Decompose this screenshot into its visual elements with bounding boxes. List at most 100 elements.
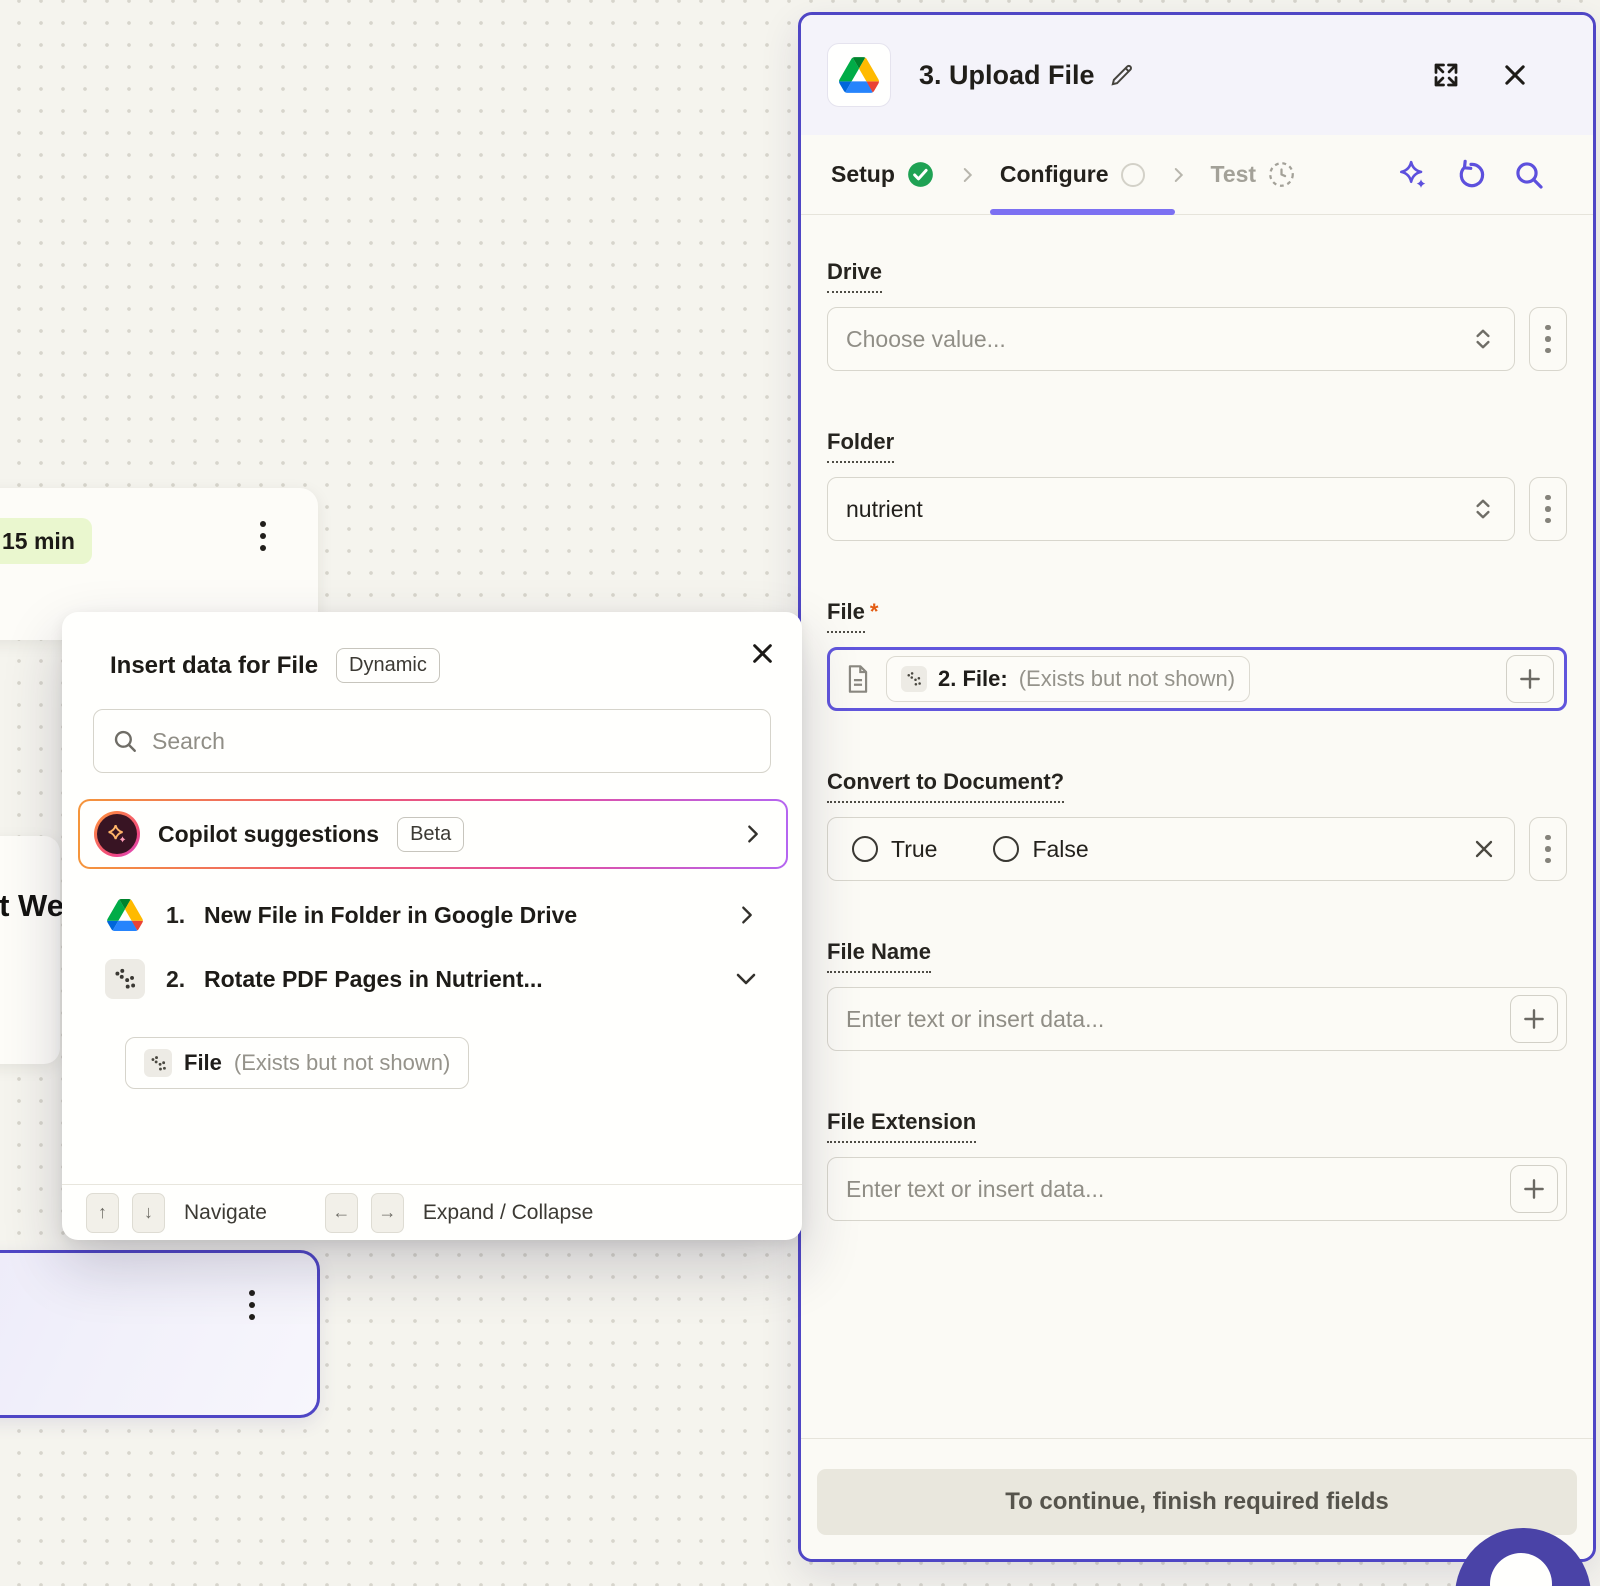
copilot-icon: [94, 811, 140, 857]
plus-icon: [1521, 1176, 1547, 1202]
drive-field-menu-button[interactable]: [1529, 307, 1567, 371]
edit-title-button[interactable]: [1109, 62, 1135, 88]
convert-field-menu-button[interactable]: [1529, 817, 1567, 881]
field-label: File: [827, 599, 865, 633]
step-card-selected-partial[interactable]: [0, 1250, 320, 1418]
nutrient-icon: [901, 666, 927, 692]
step-menu-kebab-icon[interactable]: [237, 1281, 267, 1329]
expand-panel-button[interactable]: [1431, 60, 1461, 90]
file-name-control: [827, 987, 1567, 1051]
folder-select[interactable]: nutrient: [827, 477, 1515, 541]
search-icon: [1513, 159, 1545, 191]
plus-icon: [1521, 1006, 1547, 1032]
unfold-select-icon: [1470, 496, 1496, 522]
search-icon: [112, 728, 138, 754]
insert-data-plus-button[interactable]: [1510, 1165, 1558, 1213]
field-file: File* 2. File: (Exists but not shown): [827, 599, 1567, 711]
field-file-extension: File Extension: [827, 1109, 1567, 1221]
step-item-nutrient[interactable]: 2. Rotate PDF Pages in Nutrient...: [62, 947, 802, 1011]
popup-search-box: [93, 709, 771, 773]
expand-collapse-hint-label: Expand / Collapse: [423, 1201, 593, 1225]
step-menu-kebab-icon[interactable]: [248, 512, 278, 560]
step-title: 3. Upload File: [919, 60, 1095, 91]
close-icon: [749, 640, 776, 667]
file-field-tag[interactable]: File (Exists but not shown): [125, 1037, 469, 1089]
timer-badge-label: 15 min: [2, 528, 75, 555]
field-folder: Folder nutrient: [827, 429, 1567, 541]
convert-radio-group: True False: [827, 817, 1515, 881]
step-card-partial-middle[interactable]: t We: [0, 836, 60, 1064]
copilot-sparkle-button[interactable]: [1397, 159, 1429, 191]
file-input-focused[interactable]: 2. File: (Exists but not shown): [827, 647, 1567, 711]
close-icon: [1501, 61, 1529, 89]
clear-selection-button[interactable]: [1472, 837, 1496, 861]
field-label: Folder: [827, 429, 894, 463]
zap-editor-canvas: 15 min t We 3. Upload File: [0, 0, 1600, 1586]
close-popup-button[interactable]: [749, 640, 776, 667]
check-circle-icon: [907, 161, 934, 188]
chat-bubble-inner: [1490, 1553, 1552, 1586]
chevron-right-icon: [736, 904, 758, 926]
step-item-google-drive[interactable]: 1. New File in Folder in Google Drive: [62, 883, 802, 947]
field-file-name: File Name: [827, 939, 1567, 1051]
field-drive: Drive Choose value...: [827, 259, 1567, 371]
drive-select[interactable]: Choose value...: [827, 307, 1515, 371]
step-config-panel: 3. Upload File: [798, 12, 1596, 1562]
radio-false[interactable]: False: [993, 836, 1088, 863]
chevron-down-icon: [734, 967, 758, 991]
beta-badge: Beta: [397, 817, 464, 852]
google-drive-icon: [107, 899, 143, 931]
undo-refresh-icon: [1455, 159, 1487, 191]
google-drive-icon: [839, 57, 879, 93]
configure-form: Drive Choose value... Folder nutrient: [801, 215, 1593, 1221]
tab-configure[interactable]: Configure: [996, 135, 1149, 214]
chevron-right-icon: [742, 823, 764, 845]
pending-clock-icon: [1268, 161, 1295, 188]
required-asterisk: *: [870, 599, 879, 624]
close-panel-button[interactable]: [1501, 61, 1529, 89]
field-label: Convert to Document?: [827, 769, 1064, 803]
arrow-left-key-icon[interactable]: ←: [325, 1193, 358, 1233]
close-icon: [1472, 837, 1496, 861]
tab-test[interactable]: Test: [1207, 135, 1300, 214]
refresh-button[interactable]: [1455, 159, 1487, 191]
unfold-select-icon: [1470, 326, 1496, 352]
file-extension-input[interactable]: [846, 1176, 1510, 1203]
google-drive-app-tile: [827, 43, 891, 107]
panel-header: 3. Upload File: [801, 15, 1593, 135]
panel-footer: To continue, finish required fields: [801, 1438, 1593, 1559]
copilot-suggestions-row[interactable]: Copilot suggestions Beta: [78, 799, 788, 869]
continue-button-disabled[interactable]: To continue, finish required fields: [817, 1469, 1577, 1535]
chevron-right-icon: [1169, 166, 1187, 184]
file-name-input[interactable]: [846, 1006, 1510, 1033]
sparkle-icon: [1397, 159, 1429, 191]
field-convert: Convert to Document? True False: [827, 769, 1567, 881]
search-fields-button[interactable]: [1513, 159, 1545, 191]
insert-data-plus-button[interactable]: [1510, 995, 1558, 1043]
timer-badge: 15 min: [0, 518, 92, 564]
expand-icon: [1431, 60, 1461, 90]
document-icon: [844, 664, 872, 694]
mapped-file-tag[interactable]: 2. File: (Exists but not shown): [886, 656, 1250, 702]
insert-data-popup: Insert data for File Dynamic Copilot sug…: [62, 612, 802, 1240]
radio-true[interactable]: True: [852, 836, 937, 863]
folder-field-menu-button[interactable]: [1529, 477, 1567, 541]
tab-setup[interactable]: Setup: [827, 135, 938, 214]
field-label: File Name: [827, 939, 931, 973]
nutrient-icon: [144, 1049, 172, 1077]
dynamic-badge: Dynamic: [336, 648, 440, 683]
arrow-right-key-icon[interactable]: →: [371, 1193, 404, 1233]
step-tabs: Setup Configure Test: [801, 135, 1593, 215]
popup-keyboard-hints: ↑ ↓ Navigate ← → Expand / Collapse: [62, 1184, 802, 1240]
arrow-down-key-icon[interactable]: ↓: [132, 1193, 165, 1233]
file-extension-control: [827, 1157, 1567, 1221]
chevron-right-icon: [958, 166, 976, 184]
field-label: Drive: [827, 259, 882, 293]
popup-search-input[interactable]: [152, 728, 752, 755]
progress-circle-icon: [1121, 163, 1145, 187]
plus-icon: [1517, 666, 1543, 692]
arrow-up-key-icon[interactable]: ↑: [86, 1193, 119, 1233]
radio-circle-icon: [852, 836, 878, 862]
insert-data-plus-button[interactable]: [1506, 655, 1554, 703]
radio-circle-icon: [993, 836, 1019, 862]
